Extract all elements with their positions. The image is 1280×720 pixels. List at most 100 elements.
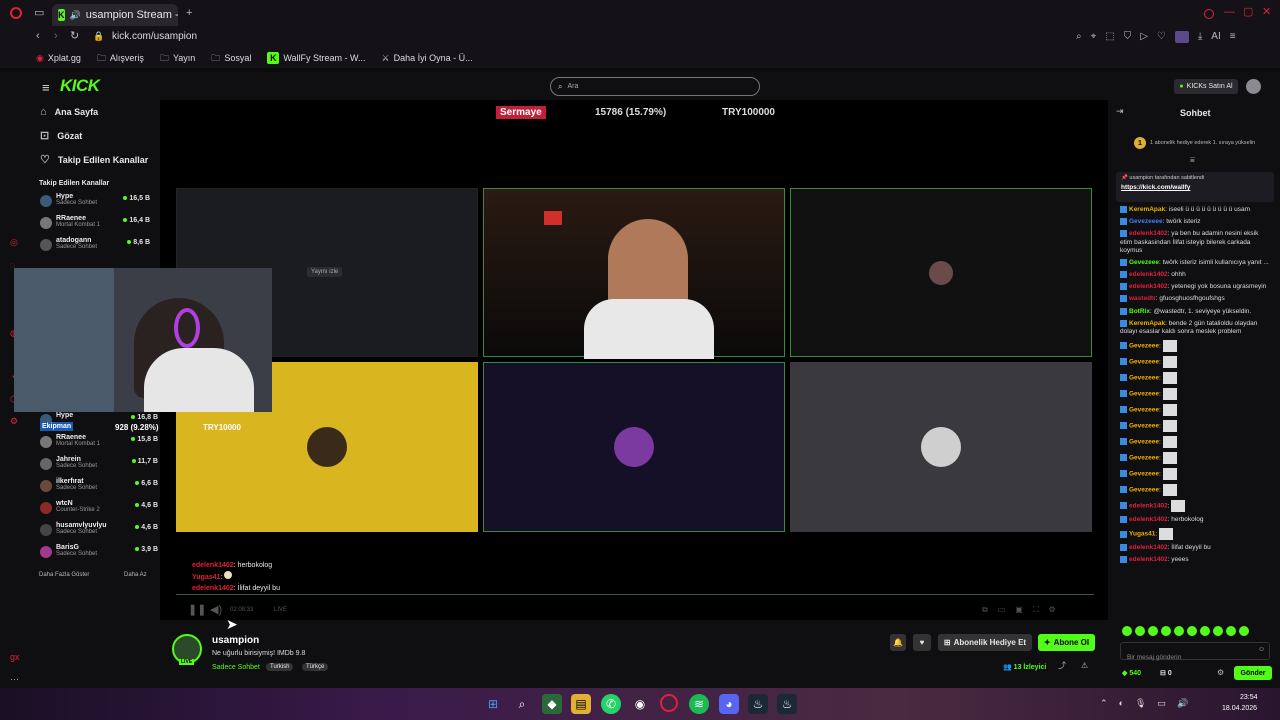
watch-stream-label[interactable]: Yayını izle xyxy=(307,267,343,277)
fullscreen-icon[interactable]: ⛶ xyxy=(1033,605,1039,615)
chat-username[interactable]: edelenk1402 xyxy=(1129,503,1168,510)
chat-username[interactable]: KeremApak xyxy=(1129,206,1165,213)
followed-channel[interactable]: ilkerfırat Sadece Sohbet 6,6 B xyxy=(40,478,158,500)
pinned-message[interactable]: 📌 usampion tarafından sabitlendi https:/… xyxy=(1116,172,1274,202)
aria-icon[interactable]: ◎ xyxy=(10,237,20,247)
pip-icon[interactable]: ▣ xyxy=(1015,605,1023,615)
points-balance[interactable]: ⊟ 0 xyxy=(1160,669,1172,677)
pin-icon[interactable]: ⌖ xyxy=(1091,31,1097,43)
discord-icon[interactable]: ◕ xyxy=(719,694,739,714)
bookmark-sosyal[interactable]: 🗀 Sosyal xyxy=(211,53,251,63)
stream-category[interactable]: Sadece Sohbet xyxy=(212,664,260,671)
chat-username[interactable]: wastedtr xyxy=(1129,296,1156,303)
whatsapp-taskbar-icon[interactable]: ✆ xyxy=(601,694,621,714)
expand-icon[interactable]: ⩸ xyxy=(1190,156,1195,164)
play-icon[interactable]: ▷ xyxy=(1140,31,1148,43)
followed-channel[interactable]: Hype Sadece Sohbet 16,5 B xyxy=(40,193,150,215)
settings-gear-icon[interactable]: ⚙ xyxy=(10,416,20,426)
show-more-link[interactable]: Daha Fazla Göster xyxy=(39,572,89,578)
app-icon[interactable]: ◆ xyxy=(542,694,562,714)
collapse-chat-icon[interactable]: ⇥ xyxy=(1116,107,1124,116)
steam-icon[interactable]: ♨ xyxy=(748,694,768,714)
opera-taskbar-icon[interactable] xyxy=(660,694,678,712)
chat-username[interactable]: Gevezeee xyxy=(1129,391,1159,398)
chat-username[interactable]: edelenk1402 xyxy=(1129,231,1168,238)
url-field[interactable]: kick.com/usampion xyxy=(112,31,197,42)
chat-username[interactable]: KeremApak xyxy=(1129,320,1165,327)
chat-username[interactable]: Gevezeee xyxy=(1129,423,1159,430)
theater-icon[interactable]: ▭ xyxy=(998,605,1006,615)
bookmark-alisveris[interactable]: 🗀 Alışveriş xyxy=(97,53,144,63)
obs-icon[interactable]: ◉ xyxy=(630,694,650,714)
clock-date[interactable]: 18.04.2026 xyxy=(1222,705,1257,712)
active-tab[interactable]: K 🔊 usampion Stream - Wa xyxy=(52,4,178,26)
followed-channel[interactable]: husamvlyuvlyu Sadece Sohbet 4,6 B xyxy=(40,522,158,544)
followed-channel[interactable]: BarisG Sadece Sohbet 3,9 B xyxy=(40,544,158,566)
tray-app-icon[interactable]: ◐ xyxy=(1119,698,1124,709)
chat-username[interactable]: Yugas41 xyxy=(1129,531,1155,538)
followed-channel[interactable]: atadogann Sadece Sohbet 8,6 B xyxy=(40,237,150,259)
video-player[interactable]: Sermaye 15786 (15.79%) TRY100000 Yayını … xyxy=(160,100,1108,620)
nav-following[interactable]: ♡ Takip Edilen Kanallar xyxy=(30,148,158,172)
search-tabs-icon[interactable] xyxy=(1204,9,1214,19)
clock-time[interactable]: 23:54 xyxy=(1240,694,1258,701)
extension-icon[interactable] xyxy=(1174,31,1189,43)
tag-turkish[interactable]: Turkish xyxy=(266,663,294,671)
forward-icon[interactable]: › xyxy=(54,31,58,42)
more-icon[interactable]: ⋯ xyxy=(10,674,20,684)
chat-username[interactable]: Gevezeee xyxy=(1129,407,1159,414)
nav-home[interactable]: ⌂ Ana Sayfa xyxy=(30,100,158,124)
mic-icon[interactable]: 🎙 xyxy=(1135,698,1146,709)
subscribe-button[interactable]: ✦ Abone Ol xyxy=(1038,634,1095,651)
tag-turkce[interactable]: Türkçe xyxy=(302,663,329,671)
chat-username[interactable]: Gevezeee xyxy=(1129,487,1159,494)
channel-name[interactable]: usampion xyxy=(212,635,259,646)
chat-username[interactable]: BotRix xyxy=(1129,308,1150,315)
gift-leaderboard-promo[interactable]: 1 1 abonelik hediye ederek 1. sıraya yük… xyxy=(1110,128,1280,158)
chat-username[interactable]: edelenk1402 xyxy=(1129,283,1168,290)
user-avatar[interactable] xyxy=(1246,79,1261,94)
notification-bell-button[interactable]: 🔔 xyxy=(890,634,906,651)
gift-sub-button[interactable]: ⊞ Abonelik Hediye Et xyxy=(938,634,1032,651)
chat-username[interactable]: Gevezeeee xyxy=(1129,218,1163,225)
chat-username[interactable]: Gevezeee xyxy=(1129,359,1159,366)
nav-browse[interactable]: ⊡ Gözat xyxy=(30,124,158,148)
video-progress[interactable] xyxy=(176,594,1094,595)
volume-icon[interactable]: ◀) xyxy=(210,605,222,616)
chat-username[interactable]: Gevezeee xyxy=(1129,455,1159,462)
gx-icon[interactable]: gx xyxy=(10,652,20,662)
bookmark-daha-iyi-oyna[interactable]: ⚔ Daha İyi Oyna - Ü... xyxy=(382,53,473,63)
spotify-icon[interactable]: ≋ xyxy=(689,694,709,714)
windows-start-icon[interactable]: ⊞ xyxy=(483,694,503,714)
followed-channel[interactable]: Jahrein Sadece Sohbet 11,7 B xyxy=(40,456,158,478)
report-icon[interactable]: ⚠ xyxy=(1081,662,1088,670)
maximize-icon[interactable]: ▢ xyxy=(1243,7,1253,18)
show-less-link[interactable]: Daha Az xyxy=(124,572,147,578)
zoom-icon[interactable]: ⌕ xyxy=(1076,31,1082,43)
back-icon[interactable]: ‹ xyxy=(36,31,40,42)
bookmark-wallfy[interactable]: K WallFy Stream - W... xyxy=(267,52,366,64)
follow-heart-button[interactable]: ♥ xyxy=(913,634,931,651)
opera-logo-icon[interactable] xyxy=(10,7,22,19)
shield-icon[interactable]: ⛉ xyxy=(1124,31,1132,43)
close-window-icon[interactable]: ✕ xyxy=(1262,7,1271,18)
chat-settings-icon[interactable]: ⚙ xyxy=(1217,669,1224,677)
chat-username[interactable]: Gevezeee xyxy=(1129,471,1159,478)
steam-icon-2[interactable]: ♨ xyxy=(777,694,797,714)
search-taskbar-icon[interactable]: ⌕ xyxy=(512,694,532,714)
snapshot-icon[interactable]: ⬚ xyxy=(1105,31,1114,43)
download-icon[interactable]: ⤓ xyxy=(1198,31,1202,43)
file-explorer-icon[interactable]: ▤ xyxy=(571,694,591,714)
minimize-icon[interactable]: — xyxy=(1224,7,1235,18)
followed-channel[interactable]: RRaenee Mortal Kombat 1 16,4 B xyxy=(40,215,150,237)
chat-username[interactable]: edelenk1402 xyxy=(1129,271,1168,278)
chat-username[interactable]: Gevezeee xyxy=(1129,343,1159,350)
heart-outline-icon[interactable]: ♡ xyxy=(1157,31,1166,43)
chat-username[interactable]: Gevezeee xyxy=(1129,439,1159,446)
followed-channel[interactable]: RRaenee Mortal Kombat 1 15,8 B xyxy=(40,434,158,456)
kick-logo[interactable]: KICK xyxy=(60,76,100,96)
menu-icon[interactable]: ≡ xyxy=(1230,31,1236,43)
share-icon[interactable]: ⤴ xyxy=(1058,662,1066,670)
search-box[interactable]: ⌕ Ara xyxy=(550,77,760,96)
emoji-icon[interactable]: ☺ xyxy=(1258,646,1265,653)
